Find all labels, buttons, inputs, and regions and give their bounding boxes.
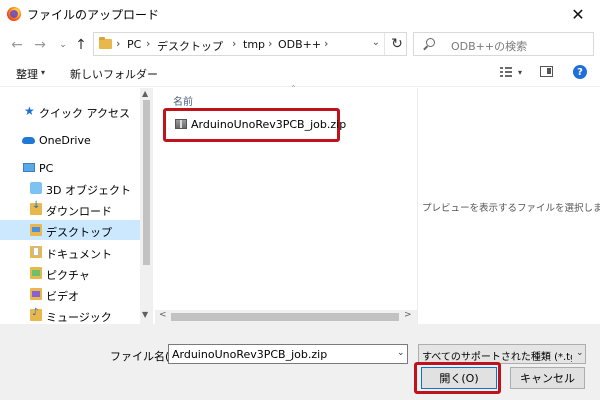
navigation-pane: ★ クイック アクセス OneDrive PC 3D オブジェクト ダウンロード… xyxy=(0,88,153,324)
help-icon[interactable]: ? xyxy=(573,65,587,79)
sidebar-item-label: デスクトップ xyxy=(46,226,112,239)
filename-history-dropdown[interactable]: ⌄ xyxy=(397,348,405,358)
address-history-dropdown[interactable]: ⌄ xyxy=(372,37,380,48)
sidebar-item-label: クイック アクセス xyxy=(39,107,130,120)
up-button[interactable]: ↑ xyxy=(72,36,90,54)
open-button-highlight xyxy=(414,362,501,394)
sidebar-item-pc[interactable]: PC xyxy=(0,158,140,178)
breadcrumb-pc[interactable]: PC xyxy=(127,38,141,51)
preview-pane-icon[interactable] xyxy=(540,66,553,77)
breadcrumb-separator[interactable]: › xyxy=(268,37,272,50)
star-icon: ★ xyxy=(24,104,35,118)
view-options-icon[interactable] xyxy=(500,67,512,77)
command-toolbar: 整理 ▾ 新しいフォルダー ▾ ? xyxy=(0,60,600,87)
cancel-button[interactable]: キャンセル xyxy=(510,367,585,389)
scroll-right-button[interactable]: > xyxy=(404,310,412,320)
sidebar-scroll-up-button[interactable]: ▲ xyxy=(142,89,148,98)
sidebar-item-pictures[interactable]: ピクチャ xyxy=(0,263,140,283)
window-title: ファイルのアップロード xyxy=(27,8,160,22)
sidebar-item-label: 3D オブジェクト xyxy=(46,184,131,197)
sidebar-item-music[interactable]: ミュージック xyxy=(0,305,140,324)
file-item-name[interactable]: ArduinoUnoRev3PCB_job.zip xyxy=(191,118,346,131)
navigation-bar: ← → ⌄ ↑ › PC › デスクトップ › tmp › ODB++ › ⌄ … xyxy=(0,32,600,58)
back-button[interactable]: ← xyxy=(8,36,26,54)
downloads-folder-icon xyxy=(30,200,42,215)
sidebar-scrollbar-thumb[interactable] xyxy=(143,100,150,265)
forward-button[interactable]: → xyxy=(31,36,49,54)
scroll-left-button[interactable]: < xyxy=(159,310,167,320)
address-bar[interactable]: › PC › デスクトップ › tmp › ODB++ › ⌄ xyxy=(93,32,407,56)
sidebar-item-label: ピクチャ xyxy=(46,269,90,282)
sidebar-item-label: OneDrive xyxy=(39,134,91,147)
sidebar-item-downloads[interactable]: ダウンロード xyxy=(0,199,140,219)
breadcrumb-separator[interactable]: › xyxy=(232,37,236,50)
file-type-filter-value[interactable]: すべてのサポートされた種類 (*.tgz;*. xyxy=(422,348,572,363)
filename-value[interactable]: ArduinoUnoRev3PCB_job.zip xyxy=(172,348,327,361)
new-folder-button[interactable]: 新しいフォルダー xyxy=(70,66,158,82)
breadcrumb-separator[interactable]: › xyxy=(324,37,328,50)
search-icon xyxy=(426,38,435,47)
computer-icon xyxy=(23,163,35,172)
music-folder-icon xyxy=(30,307,42,321)
organize-dropdown-arrow[interactable]: ▾ xyxy=(41,68,45,77)
breadcrumb-odb[interactable]: ODB++ xyxy=(278,38,321,51)
sidebar-item-desktop[interactable]: デスクトップ xyxy=(0,220,140,240)
file-type-filter-dropdown[interactable]: ⌄ xyxy=(576,348,584,358)
sidebar-item-3d-objects[interactable]: 3D オブジェクト xyxy=(0,178,140,198)
3d-objects-folder-icon xyxy=(30,182,42,194)
title-bar: ファイルのアップロード ✕ xyxy=(0,0,600,28)
search-input[interactable]: ODB++の検索 xyxy=(413,32,594,56)
breadcrumb-desktop[interactable]: デスクトップ xyxy=(157,38,223,54)
horizontal-scrollbar-thumb[interactable] xyxy=(171,313,399,321)
pictures-folder-icon xyxy=(30,267,42,279)
sidebar-scroll-down-button[interactable]: ▼ xyxy=(142,310,148,319)
breadcrumb-separator[interactable]: › xyxy=(116,37,120,50)
zip-file-icon xyxy=(175,119,187,129)
documents-folder-icon xyxy=(30,246,42,258)
refresh-button[interactable]: ↻ xyxy=(384,33,409,55)
sidebar-item-label: ダウンロード xyxy=(46,205,112,218)
firefox-icon xyxy=(7,7,21,21)
sidebar-item-quick-access[interactable]: ★ クイック アクセス xyxy=(0,101,140,121)
recent-locations-button[interactable]: ⌄ xyxy=(54,36,72,54)
sidebar-item-label: ビデオ xyxy=(46,290,79,303)
file-upload-dialog: ファイルのアップロード ✕ ← → ⌄ ↑ › PC › デスクトップ › tm… xyxy=(0,0,600,400)
preview-message: プレビューを表示するファイルを選択します。 xyxy=(422,203,600,214)
sidebar-item-label: ミュージック xyxy=(46,311,112,324)
sidebar-item-documents[interactable]: ドキュメント xyxy=(0,242,140,262)
search-placeholder: ODB++の検索 xyxy=(451,40,528,53)
sidebar-item-videos[interactable]: ビデオ xyxy=(0,284,140,304)
cloud-icon xyxy=(22,137,35,144)
column-header-name[interactable]: 名前 xyxy=(173,93,193,108)
folder-icon xyxy=(99,37,112,49)
view-options-dropdown-arrow[interactable]: ▾ xyxy=(518,68,522,77)
sidebar-item-label: ドキュメント xyxy=(46,248,112,261)
sort-indicator-icon: ⌃ xyxy=(290,84,297,93)
organize-button[interactable]: 整理 xyxy=(16,66,38,82)
sidebar-item-label: PC xyxy=(39,162,54,175)
sidebar-item-onedrive[interactable]: OneDrive xyxy=(0,130,140,150)
breadcrumb-separator[interactable]: › xyxy=(146,37,150,50)
breadcrumb-tmp[interactable]: tmp xyxy=(243,38,265,51)
videos-folder-icon xyxy=(30,288,42,300)
desktop-folder-icon xyxy=(30,224,42,236)
close-button[interactable]: ✕ xyxy=(556,0,600,28)
